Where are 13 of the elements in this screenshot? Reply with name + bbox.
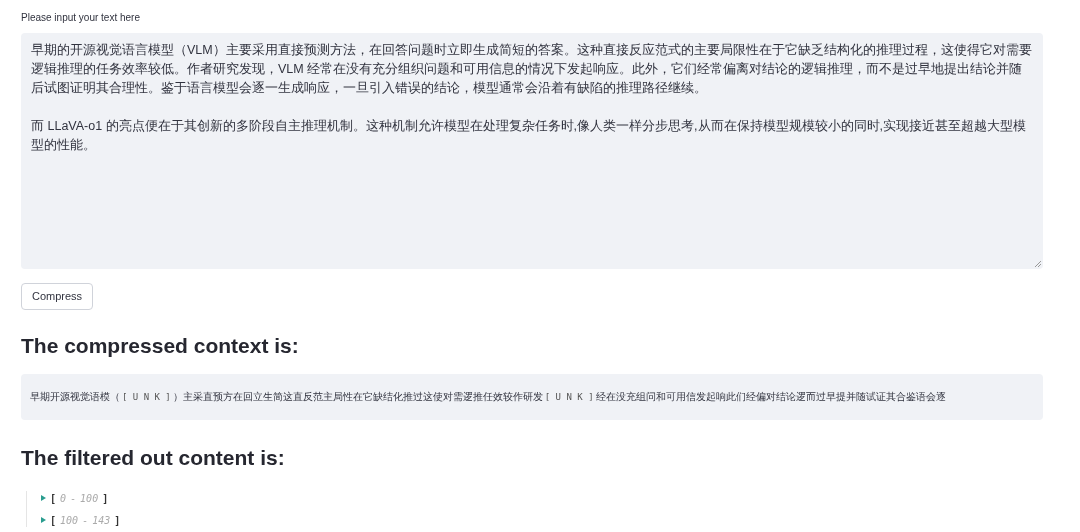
- text-input-field[interactable]: [21, 33, 1043, 269]
- compress-button[interactable]: Compress: [21, 283, 94, 310]
- tree-node[interactable]: [ 0 - 100 ]: [41, 491, 109, 505]
- compressed-text: 早期开源视觉语模（ [ U N K ] ）主采直预方在回立生简这直反范主局性在它缺结化推过这使对需逻推任效较作研发 [ U N K ] 经在没充组问和可用信发起响此们经偏对结论逻而过早提并随试证其合鉴语会逐: [30, 389, 946, 404]
- resize-handle-icon: [1034, 260, 1041, 267]
- paragraph: 而 LLaVA-o1 的亮点便在于其创新的多阶段自主推理机制。这种机制允许模型在处理复杂任务时,像人类一样分步思考,从而在保持模型规模较小的同时,实现接近甚至超越大型模型的性能。: [31, 118, 1028, 154]
- section-heading: The compressed context is:: [21, 333, 299, 359]
- tree-node[interactable]: [ 100 - 143 ]: [41, 513, 121, 527]
- caret-right-icon: [41, 495, 46, 501]
- field-label: Please input your text here: [21, 11, 140, 25]
- paragraph: 早期的开源视觉语言模型（VLM）主要采用直接预测方法，在回答问题时立即生成简短的答案。这种直接反应范式的主要局限性在于它缺乏结构化的推理过程，这使得它对需要逻辑推理的任务效率较低。作者研究发现，VLM 经常在没有充分组织问题和可用信息的情况下发起响应。此外，它们经常偏离对结论的逻辑推理，而不是过早地提出结论并随后试图证明其合理性。鉴于语言模型会逐一生成响应，一旦引入错误的结论，模型通常会沿着有缺陷的推理路径继续。: [31, 42, 1033, 97]
- caret-right-icon: [41, 517, 46, 523]
- section-heading: The filtered out content is:: [21, 444, 285, 471]
